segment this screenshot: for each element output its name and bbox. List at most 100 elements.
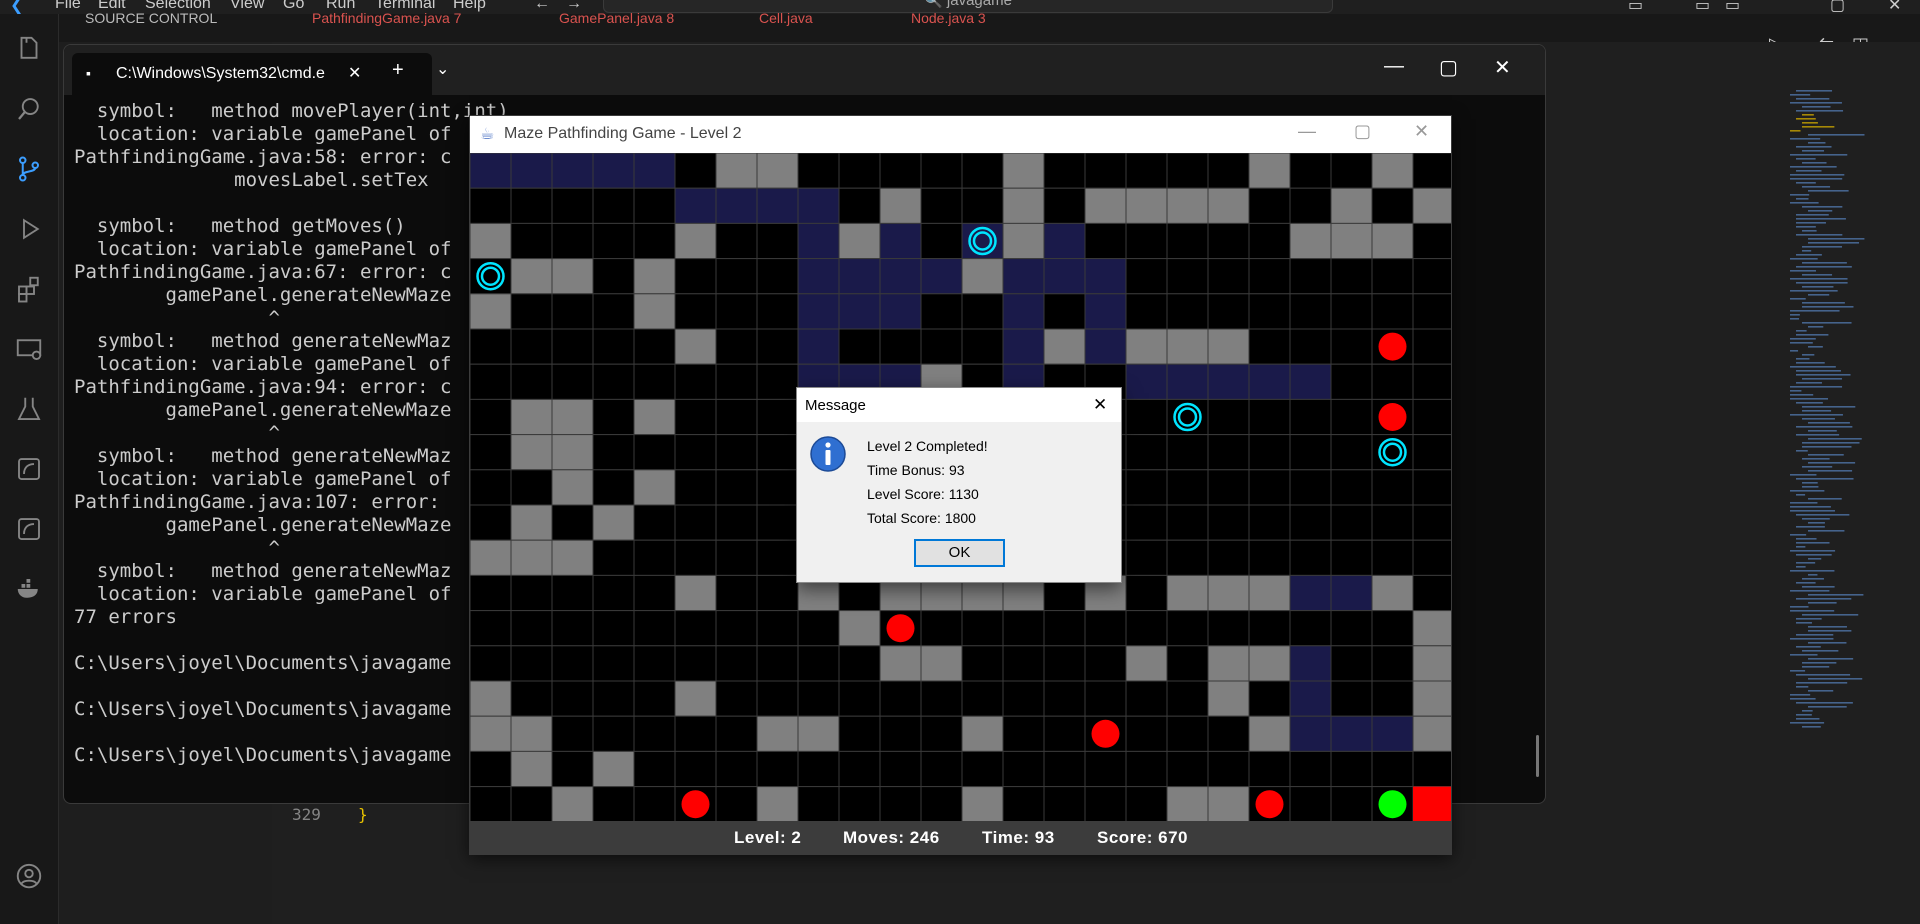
maze-cell-floor [674,398,717,436]
maze-cell-wall [1330,222,1373,260]
tab-cell[interactable]: Cell.java [759,10,813,26]
minimap-line [1790,166,1837,168]
close-icon[interactable]: ✕ [1494,55,1511,80]
back-arrow-icon[interactable]: ← [534,0,550,13]
maze-cell-wall [1371,574,1414,612]
layout-icon[interactable]: ▭ [1628,0,1643,14]
minimap-line [1796,494,1806,496]
tab-dropdown-icon[interactable]: ⌄ [436,59,449,79]
extensions-icon[interactable] [12,272,46,306]
minimap[interactable] [1785,90,1895,750]
minimize-icon[interactable]: — [1384,55,1404,78]
minimap-line [1808,626,1847,628]
search-icon[interactable] [12,92,46,126]
layout-sidebar-icon[interactable]: ▭ [1725,0,1740,14]
minimap-line [1796,146,1832,148]
maze-cell-floor [1248,539,1291,576]
maze-cell-floor [1248,187,1291,224]
minimap-line [1796,402,1823,404]
remote-explorer-icon[interactable] [12,332,46,366]
run-debug-icon[interactable] [12,212,46,246]
player-marker [1378,790,1407,819]
minimize-icon[interactable]: — [1298,121,1316,142]
minimap-line [1790,298,1806,300]
minimap-line [1808,294,1830,296]
maze-cell-floor [1330,504,1373,541]
minimap-line [1796,542,1830,544]
maze-cell-floor [551,610,594,647]
menu-view[interactable]: View [230,0,264,13]
minimap-line [1796,282,1848,284]
minimap-line [1802,122,1818,124]
maximize-icon[interactable]: ▢ [1354,121,1371,142]
maze-cell-wall [1412,645,1451,682]
minimap-line [1808,706,1847,708]
maximize-icon[interactable]: ▢ [1830,0,1845,14]
new-tab-icon[interactable]: + [392,59,404,82]
maze-cell-floor [1125,750,1168,788]
terminal-line: ^ [74,422,280,444]
ok-button[interactable]: OK [914,539,1005,567]
maze-cell-floor [838,645,881,682]
tab-pathfinding-game[interactable]: PathfindingGame.java 7 [312,10,461,26]
menu-go[interactable]: Go [283,0,304,13]
minimap-line [1808,190,1849,192]
spring-boot-icon[interactable] [12,452,46,486]
maze-cell-floor [1084,645,1127,682]
minimap-line [1808,594,1864,596]
minimap-line [1796,566,1806,568]
maze-cell-floor [715,469,758,506]
maze-cell-floor [592,328,635,365]
maze-cell-floor [715,504,758,541]
explorer-icon[interactable] [12,32,46,66]
maze-cell-wall [1166,574,1209,612]
maze-cell-path [715,187,758,224]
minimap-line [1808,558,1822,560]
close-window-icon[interactable]: ✕ [1888,0,1901,14]
close-icon[interactable]: ✕ [1093,395,1107,415]
dialog-message-line: Level Score: 1130 [867,486,979,502]
terminal-line: location: variable gamePanel of [74,238,452,260]
minimap-line [1796,686,1809,688]
maze-cell-path [470,153,512,189]
minimap-line [1790,94,1811,96]
info-icon [810,436,846,472]
maximize-icon[interactable]: ▢ [1439,55,1458,80]
maze-cell-floor [470,574,512,612]
minimap-line [1796,514,1850,516]
accounts-icon[interactable] [12,859,46,893]
source-control-icon[interactable] [12,152,46,186]
minimap-line [1790,638,1834,640]
layout-panel-icon[interactable]: ▭ [1695,0,1710,14]
menu-file[interactable]: File [55,0,81,13]
terminal-output[interactable]: symbol: method movePlayer(int,int) locat… [74,100,534,800]
time-label: Time: 93 [982,828,1055,847]
terminal-tab[interactable]: ▪ C:\Windows\System32\cmd.e ✕ [72,53,432,95]
close-tab-icon[interactable]: ✕ [348,63,361,83]
close-icon[interactable]: ✕ [1414,121,1429,142]
maze-cell-floor [510,363,553,400]
maze-cell-floor [961,328,1004,365]
maze-cell-path [879,222,922,260]
minimap-line [1802,274,1833,276]
search-text: javagame [946,0,1012,9]
terminal-scrollbar[interactable] [1536,735,1539,777]
tab-game-panel[interactable]: GamePanel.java 8 [559,10,674,26]
maze-cell-floor [510,680,553,717]
maze-cell-floor [1330,398,1373,436]
docker-icon[interactable] [12,572,46,606]
maze-cell-wall [838,610,881,647]
maze-cell-floor [1330,680,1373,717]
tab-node[interactable]: Node.java 3 [911,10,986,26]
minimap-line [1790,490,1825,492]
maze-cell-floor [797,610,840,647]
enemy-marker [681,790,710,819]
spring-dashboard-icon[interactable] [12,512,46,546]
testing-icon[interactable] [12,392,46,426]
maze-cell-wall [756,786,799,821]
maze-cell-floor [1125,680,1168,717]
maze-cell-floor [510,786,553,821]
maze-cell-wall [1248,153,1291,189]
maze-cell-wall [1207,645,1250,682]
maze-cell-floor [879,786,922,821]
